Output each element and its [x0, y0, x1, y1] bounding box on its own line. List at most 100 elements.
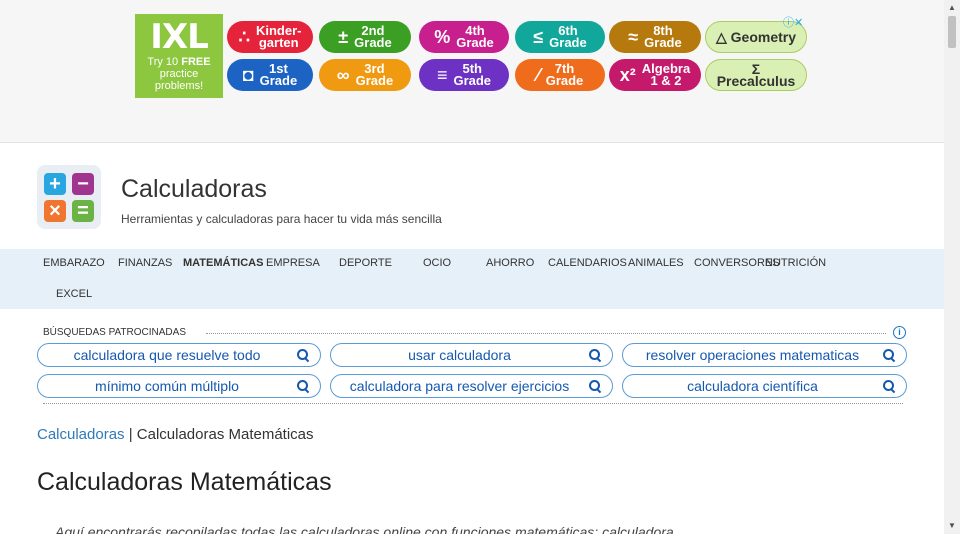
ixl-logo-block[interactable]: IXL Try 10 FREE practice problems! [135, 14, 223, 98]
sponsored-search-label: calculadora para resolver ejercicios [349, 378, 570, 394]
sponsored-search-label: mínimo común múltiplo [95, 378, 239, 394]
grade-pill-line2: 1 & 2 [650, 73, 682, 88]
search-icon [588, 379, 604, 394]
sponsored-search-button[interactable]: calculadora que resuelve todo [37, 343, 321, 367]
breadcrumb: Calculadoras | Calculadoras Matemáticas [37, 426, 314, 443]
promo-line1: Try 10 [147, 56, 179, 68]
scroll-up-arrow-icon[interactable]: ▲ [944, 0, 960, 16]
page: IXL Try 10 FREE practice problems! ∴ Kind… [0, 0, 944, 534]
nav-item-calendarios[interactable]: CALENDARIOS [548, 257, 627, 269]
search-icon [588, 348, 604, 363]
ixl-ad-banner[interactable]: IXL Try 10 FREE practice problems! ∴ Kind… [135, 14, 810, 98]
grade-pill-button[interactable]: x² Algebra 1 & 2 [609, 59, 701, 91]
sponsored-search-label: calculadora que resuelve todo [73, 347, 261, 363]
grade-pill-line2: Grade [453, 73, 492, 88]
promo-line3: problems! [154, 80, 204, 92]
sponsored-search-button[interactable]: calculadora para resolver ejercicios [330, 374, 613, 398]
grade-pill-label: 4th Grade [456, 24, 494, 50]
grade-pill-button[interactable]: Σ Precalculus [705, 59, 807, 91]
grade-pill-line2: Grade [456, 35, 494, 50]
nav-item-ocio[interactable]: OCIO [423, 257, 451, 269]
search-icon [296, 379, 312, 394]
sponsored-search-button[interactable]: resolver operaciones matematicas [622, 343, 907, 367]
scroll-down-arrow-icon[interactable]: ▼ [944, 518, 960, 534]
nav-item-ahorro[interactable]: AHORRO [486, 257, 534, 269]
grade-pill-label: 7th Grade [545, 62, 584, 88]
intro-text: Aquí encontrarás recopiladas todas las c… [55, 524, 674, 534]
grade-symbol-icon: ± [338, 27, 349, 47]
sponsored-search-label: resolver operaciones matematicas [645, 347, 860, 363]
info-icon[interactable]: i [893, 326, 906, 339]
nav-item-animales[interactable]: ANIMALES [628, 257, 684, 269]
grade-pill-label: Algebra 1 & 2 [642, 62, 690, 88]
nav-item-empresa[interactable]: EMPRESA [266, 257, 320, 269]
ad-area: IXL Try 10 FREE practice problems! ∴ Kind… [0, 0, 944, 143]
logo-minus-icon: − [72, 173, 94, 195]
main-nav: EMBARAZO FINANZAS MATEMÁTICAS EMPRESA DE… [0, 249, 944, 309]
grade-symbol-icon: x² [619, 65, 636, 85]
sponsored-search-button[interactable]: usar calculadora [330, 343, 613, 367]
grade-pill-label: 6th Grade [549, 24, 587, 49]
grade-pill-button[interactable]: ⁄ 7th Grade [515, 59, 605, 91]
grade-pill-button[interactable]: ≤6th Grade [515, 21, 605, 53]
search-icon [296, 348, 312, 363]
site-title[interactable]: Calculadoras [121, 175, 267, 204]
nav-item-nutricion[interactable]: NUTRICIÓN [765, 257, 826, 269]
search-icon [882, 379, 898, 394]
grade-pill-label: 1st Grade [259, 62, 298, 88]
grade-pill-button[interactable]: ≡ 5th Grade [419, 59, 509, 91]
sponsored-search-button[interactable]: calculadora científica [622, 374, 907, 398]
ixl-logo[interactable]: IXL [135, 18, 223, 56]
grade-pill-label: 3rd Grade [355, 62, 394, 88]
grade-pill-line2: Grade [259, 73, 298, 88]
sponsored-search-button[interactable]: mínimo común múltiplo [37, 374, 321, 398]
grade-pill-label: △ Geometry [715, 29, 796, 45]
nav-item-embarazo[interactable]: EMBARAZO [43, 257, 105, 269]
grade-pill-label: 8th Grade [644, 24, 682, 50]
nav-item-finanzas[interactable]: FINANZAS [118, 257, 172, 269]
sponsored-divider [206, 333, 886, 334]
grade-symbol-icon: ≡ [436, 65, 448, 85]
ixl-promo-text[interactable]: Try 10 FREE practice problems! [135, 56, 223, 92]
grade-symbol-icon: ∞ [336, 65, 350, 85]
grade-pill-label: Σ Precalculus [712, 61, 800, 89]
grade-pill-button[interactable]: % 4th Grade [419, 21, 509, 53]
grade-pill-button[interactable]: ≈8th Grade [609, 21, 701, 53]
scrollbar-thumb[interactable] [948, 16, 956, 48]
promo-line2: practice [159, 68, 199, 80]
grade-symbol-icon: ≈ [628, 27, 639, 47]
ad-choices-close-icon[interactable]: ⓘ✕ [783, 14, 803, 30]
page-title: Calculadoras Matemáticas [37, 468, 332, 496]
grade-pill-button[interactable]: ◘ 1st Grade [227, 59, 313, 91]
site-tagline: Herramientas y calculadoras para hacer t… [121, 212, 442, 226]
vertical-scrollbar[interactable]: ▲ ▼ [944, 0, 960, 534]
grade-pill-button[interactable]: ∞ 3rd Grade [319, 59, 411, 91]
grade-pill-line1: Σ Precalculus [716, 61, 796, 89]
grade-symbol-icon: ≤ [533, 27, 544, 47]
breadcrumb-current: Calculadoras Matemáticas [136, 426, 314, 443]
breadcrumb-home-link[interactable]: Calculadoras [37, 426, 125, 443]
grade-pill-line1: △ Geometry [715, 29, 796, 45]
site-header: + − × = Calculadoras Herramientas y calc… [0, 143, 944, 249]
nav-item-excel[interactable]: EXCEL [56, 288, 92, 300]
grade-pill-button[interactable]: ∴ Kinder-garten [227, 21, 313, 53]
sponsored-search-label: calculadora científica [687, 378, 818, 394]
promo-free: FREE [181, 56, 211, 68]
sponsored-bottom-divider [43, 403, 903, 404]
grade-pill-line2: garten [258, 35, 299, 50]
logo-times-icon: × [44, 200, 66, 222]
grade-pill-line2: Grade [355, 73, 394, 88]
grade-symbol-icon: ⁄ [536, 65, 540, 85]
grade-pill-line2: Grade [644, 35, 682, 50]
search-icon [882, 348, 898, 363]
sponsored-search-label: usar calculadora [408, 347, 511, 363]
grade-symbol-icon: ◘ [242, 65, 254, 85]
grade-symbol-icon: ∴ [238, 27, 250, 47]
grade-pill-label: Kinder-garten [256, 24, 302, 50]
nav-item-deporte[interactable]: DEPORTE [339, 257, 392, 269]
grade-pill-line2: Grade [545, 73, 584, 88]
grade-pill-button[interactable]: ±2nd Grade [319, 21, 411, 53]
nav-item-matematicas[interactable]: MATEMÁTICAS [183, 257, 263, 269]
site-logo[interactable]: + − × = [37, 165, 101, 229]
logo-plus-icon: + [44, 173, 66, 195]
